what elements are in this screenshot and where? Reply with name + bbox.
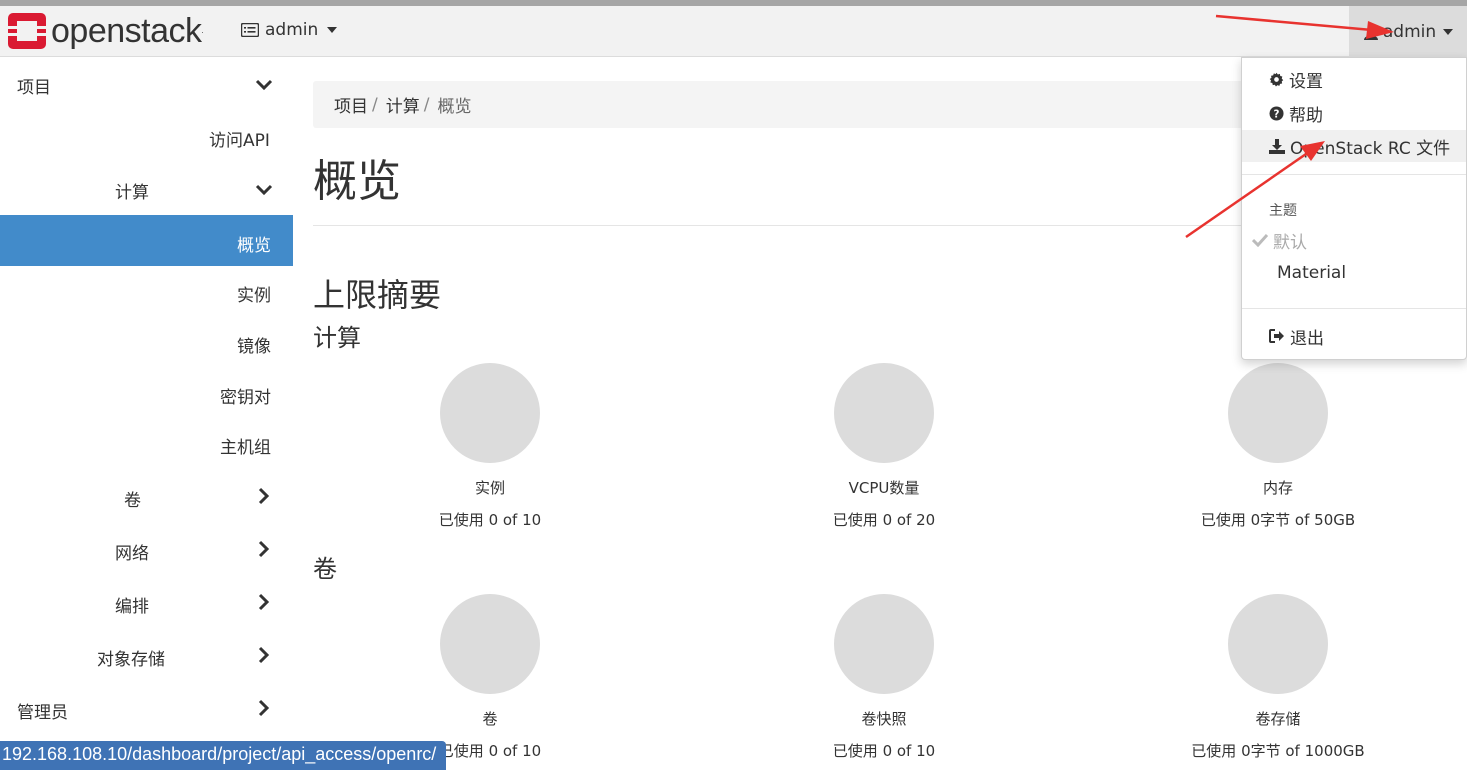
user-menu-toggle[interactable]: admin [1349,6,1467,57]
pie-label: 卷 [482,710,498,728]
sidebar-item-volumes[interactable]: 卷 [124,486,141,511]
chevron-down-icon [255,79,273,91]
chevron-right-icon [258,487,270,505]
menu-item-logout[interactable]: 退出 [1242,320,1466,352]
page-title: 概览 [313,156,401,207]
top-navbar: openstack. admin admin [0,6,1467,57]
sidebar-item-keypairs[interactable]: 密钥对 [220,383,271,408]
sidebar-item-compute[interactable]: 计算 [115,178,149,203]
question-circle-icon: ? [1269,105,1284,121]
menu-divider [1242,308,1466,309]
sidebar-item-network[interactable]: 网络 [115,539,149,564]
chevron-down-icon [1443,28,1454,35]
menu-item-theme-material[interactable]: Material [1242,257,1466,289]
vcpu-usage-chart [834,363,934,463]
sidebar-item-images[interactable]: 镜像 [237,332,271,357]
breadcrumb-item-overview: 概览 [437,97,472,117]
chevron-down-icon [255,184,273,196]
pie-label: 实例 [474,479,505,497]
instances-usage-chart [440,363,540,463]
pie-usage: 已使用 0 of 10 [832,742,936,760]
pie-label: 卷存储 [1255,710,1301,728]
chevron-down-icon [327,27,338,33]
sidebar-item-api-access[interactable]: 访问API [209,126,270,151]
menu-item-settings[interactable]: 设置 [1242,63,1466,95]
chevron-right-icon [258,593,270,611]
pie-usage: 已使用 0 of 20 [832,511,936,529]
project-switcher[interactable]: admin [241,20,338,40]
menu-divider [1242,174,1466,175]
status-bar-url: 192.168.108.10/dashboard/project/api_acc… [0,741,447,770]
pie-label: 内存 [1262,479,1293,497]
check-icon [1252,233,1268,247]
theme-header: 主题 [1269,203,1297,219]
pie-usage: 已使用 0字节 of 50GB [1200,511,1356,529]
user-dropdown-menu: 设置 ? 帮助 OpenStack RC 文件 主题 默认 Material 退… [1241,57,1467,360]
volumes-usage-chart [440,594,540,694]
pie-label: VCPU数量 [848,479,920,497]
user-icon [1363,25,1378,40]
openstack-logo-icon [8,13,46,49]
breadcrumb-item-compute[interactable]: 计算 [386,92,420,117]
user-menu-label: admin [1382,21,1437,42]
snapshots-usage-chart [834,594,934,694]
compute-heading: 计算 [313,324,361,352]
pie-label: 卷快照 [861,710,907,728]
svg-text:?: ? [1274,108,1280,120]
menu-item-openstack-rc-file[interactable]: OpenStack RC 文件 [1242,130,1466,162]
divider [313,225,1253,226]
pie-usage: 已使用 0字节 of 1000GB [1191,742,1365,760]
sidebar-item-object-store[interactable]: 对象存储 [97,645,165,670]
sidebar-item-admin[interactable]: 管理员 [17,698,68,723]
sidebar-item-orchestration[interactable]: 编排 [115,592,149,617]
breadcrumb: 项目 / 计算 / 概览 [313,81,1253,128]
pie-usage: 已使用 0 of 10 [438,511,542,529]
memory-usage-chart [1228,363,1328,463]
breadcrumb-item-project[interactable]: 项目 [334,92,368,117]
download-icon [1269,138,1285,154]
brand-name: openstack. [51,12,204,50]
sign-out-icon [1269,329,1284,343]
volume-storage-usage-chart [1228,594,1328,694]
volume-heading: 卷 [313,555,337,583]
chevron-right-icon [258,646,270,664]
limit-summary-heading: 上限摘要 [313,276,442,314]
sidebar-nav: 项目 访问API 计算 概览 实例 镜像 密钥对 主机组 卷 网络 编排 对象存… [0,57,293,770]
menu-item-help[interactable]: ? 帮助 [1242,97,1466,129]
menu-item-theme-default[interactable]: 默认 [1242,224,1466,256]
sidebar-item-instances[interactable]: 实例 [237,281,271,306]
openstack-logo[interactable]: openstack. [8,12,204,50]
gear-icon [1269,72,1284,86]
chevron-right-icon [258,540,270,558]
sidebar-item-project[interactable]: 项目 [17,73,51,98]
project-list-icon [241,23,259,37]
project-switcher-label: admin [265,20,319,40]
sidebar-item-overview-label[interactable]: 概览 [237,231,271,256]
sidebar-item-host-groups[interactable]: 主机组 [220,433,271,458]
chevron-right-icon [258,699,270,717]
